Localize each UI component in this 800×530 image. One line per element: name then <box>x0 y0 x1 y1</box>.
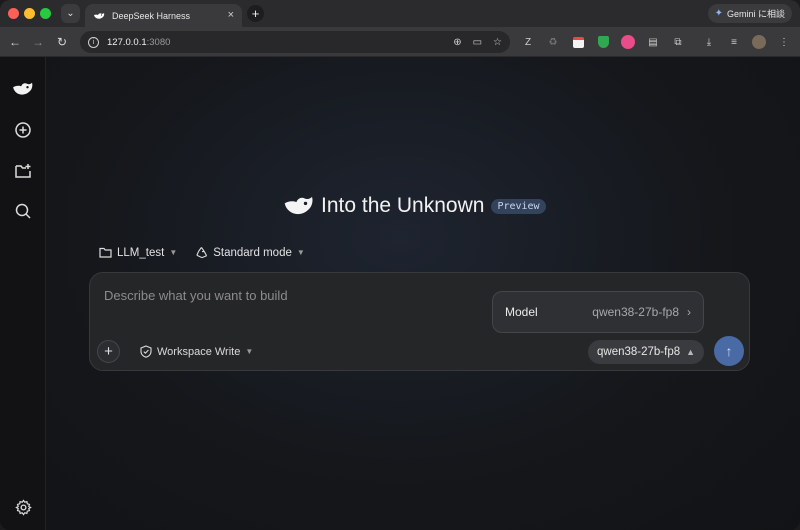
gemini-button[interactable]: ✦ Gemini に相談 <box>707 4 792 23</box>
browser-toolbar: ← → ↻ i 127.0.0.1 :3080 ⊕ ▭ ☆ Z ♻ ▤ ⧉ ⤓ … <box>0 27 800 57</box>
gemini-label: Gemini に相談 <box>726 9 785 19</box>
reading-list-icon[interactable]: ≡ <box>726 34 742 50</box>
sidebar-new-folder-button[interactable] <box>11 159 35 183</box>
close-window-button[interactable] <box>8 8 19 19</box>
page-title: Into the Unknown <box>321 194 485 217</box>
model-popover-label: Model <box>505 305 538 319</box>
app-main: Into the Unknown Preview LLM_test ▼ Stan… <box>0 57 800 530</box>
calendar-extension-icon[interactable] <box>570 34 586 50</box>
reload-icon[interactable]: ↻ <box>54 34 70 50</box>
settings-gear-icon <box>14 498 32 516</box>
mode-name: Standard mode <box>213 246 292 259</box>
model-selector[interactable]: qwen38-27b-fp8 ▲ <box>588 340 705 364</box>
browser-tab[interactable]: DeepSeek Harness × <box>85 4 242 27</box>
cast-icon[interactable]: ▭ <box>473 37 482 48</box>
minimize-window-button[interactable] <box>24 8 35 19</box>
chevron-right-icon: › <box>687 305 691 319</box>
model-popover-value: qwen38-27b-fp8 <box>592 305 679 319</box>
new-chat-icon <box>15 122 31 138</box>
puzzle-extensions-icon[interactable]: ⧉ <box>670 34 686 50</box>
tab-strip: ⌄ DeepSeek Harness × + ✦ Gemini に相談 <box>0 0 800 27</box>
zoom-icon[interactable]: ⊕ <box>453 37 461 48</box>
sidebar-logo-button[interactable] <box>11 77 35 101</box>
recycle-mode-icon <box>196 247 208 259</box>
tab-search-icon[interactable]: ⌄ <box>61 4 80 23</box>
site-info-icon[interactable]: i <box>88 36 99 48</box>
project-name: LLM_test <box>117 246 165 259</box>
back-arrow-icon[interactable]: ← <box>7 34 23 50</box>
address-bar[interactable]: i 127.0.0.1 :3080 ⊕ ▭ ☆ <box>80 31 510 53</box>
search-icon <box>15 203 31 219</box>
url-host: 127.0.0.1 <box>107 36 147 48</box>
badge-extension-icon[interactable] <box>620 34 636 50</box>
browser-window: ⌄ DeepSeek Harness × + ✦ Gemini に相談 ← → … <box>0 0 800 530</box>
shield-extension-icon[interactable] <box>595 34 611 50</box>
arrow-up-icon: ↑ <box>725 343 733 359</box>
tab-title: DeepSeek Harness <box>112 10 191 21</box>
chevron-down-icon: ▼ <box>169 248 178 257</box>
model-name: qwen38-27b-fp8 <box>597 346 681 358</box>
bookmark-star-icon[interactable]: ☆ <box>493 37 502 48</box>
sidebar-new-chat-button[interactable] <box>11 118 35 142</box>
zotero-extension-icon[interactable]: Z <box>520 34 536 50</box>
maximize-window-button[interactable] <box>40 8 51 19</box>
url-port: :3080 <box>146 36 171 48</box>
sidebar-settings-button[interactable] <box>11 495 35 519</box>
browser-menu-icon[interactable]: ⋮ <box>776 34 792 50</box>
new-tab-button[interactable]: + <box>247 5 264 22</box>
profile-avatar[interactable] <box>751 34 767 50</box>
add-attachment-button[interactable]: + <box>97 340 120 363</box>
gemini-sparkle-icon: ✦ <box>714 8 723 19</box>
deepseek-whale-icon <box>284 196 313 215</box>
chevron-down-icon: ▼ <box>296 248 305 257</box>
recycle-extension-icon[interactable]: ♻ <box>545 34 561 50</box>
hero-header: Into the Unknown Preview <box>283 193 546 219</box>
project-selector[interactable]: LLM_test ▼ <box>99 247 177 259</box>
permission-label: Workspace Write <box>157 345 241 358</box>
deepseek-favicon-icon <box>94 12 105 19</box>
new-folder-icon <box>15 164 31 178</box>
context-chips: LLM_test ▼ Standard mode ▼ <box>99 246 305 259</box>
download-icon[interactable]: ⤓ <box>701 34 717 50</box>
deepseek-logo-icon <box>13 82 33 95</box>
chevron-down-icon: ▼ <box>245 347 254 356</box>
sidebar <box>0 57 46 530</box>
forward-arrow-icon[interactable]: → <box>30 34 46 50</box>
send-button[interactable]: ↑ <box>714 336 744 366</box>
permission-selector[interactable]: Workspace Write ▼ <box>140 345 253 358</box>
sidebar-search-button[interactable] <box>11 199 35 223</box>
model-popover[interactable]: Model qwen38-27b-fp8 › <box>492 291 704 333</box>
extensions-row: Z ♻ ▤ ⧉ ⤓ ≡ ⋮ <box>520 34 792 50</box>
shield-check-icon <box>140 345 152 358</box>
tab-close-icon[interactable]: × <box>228 10 234 21</box>
chevron-up-icon: ▲ <box>686 347 696 357</box>
mode-selector[interactable]: Standard mode ▼ <box>195 246 305 259</box>
preview-badge: Preview <box>491 198 546 214</box>
reader-extension-icon[interactable]: ▤ <box>645 34 661 50</box>
prompt-input[interactable]: Describe what you want to build <box>104 288 288 303</box>
folder-icon <box>99 247 112 258</box>
